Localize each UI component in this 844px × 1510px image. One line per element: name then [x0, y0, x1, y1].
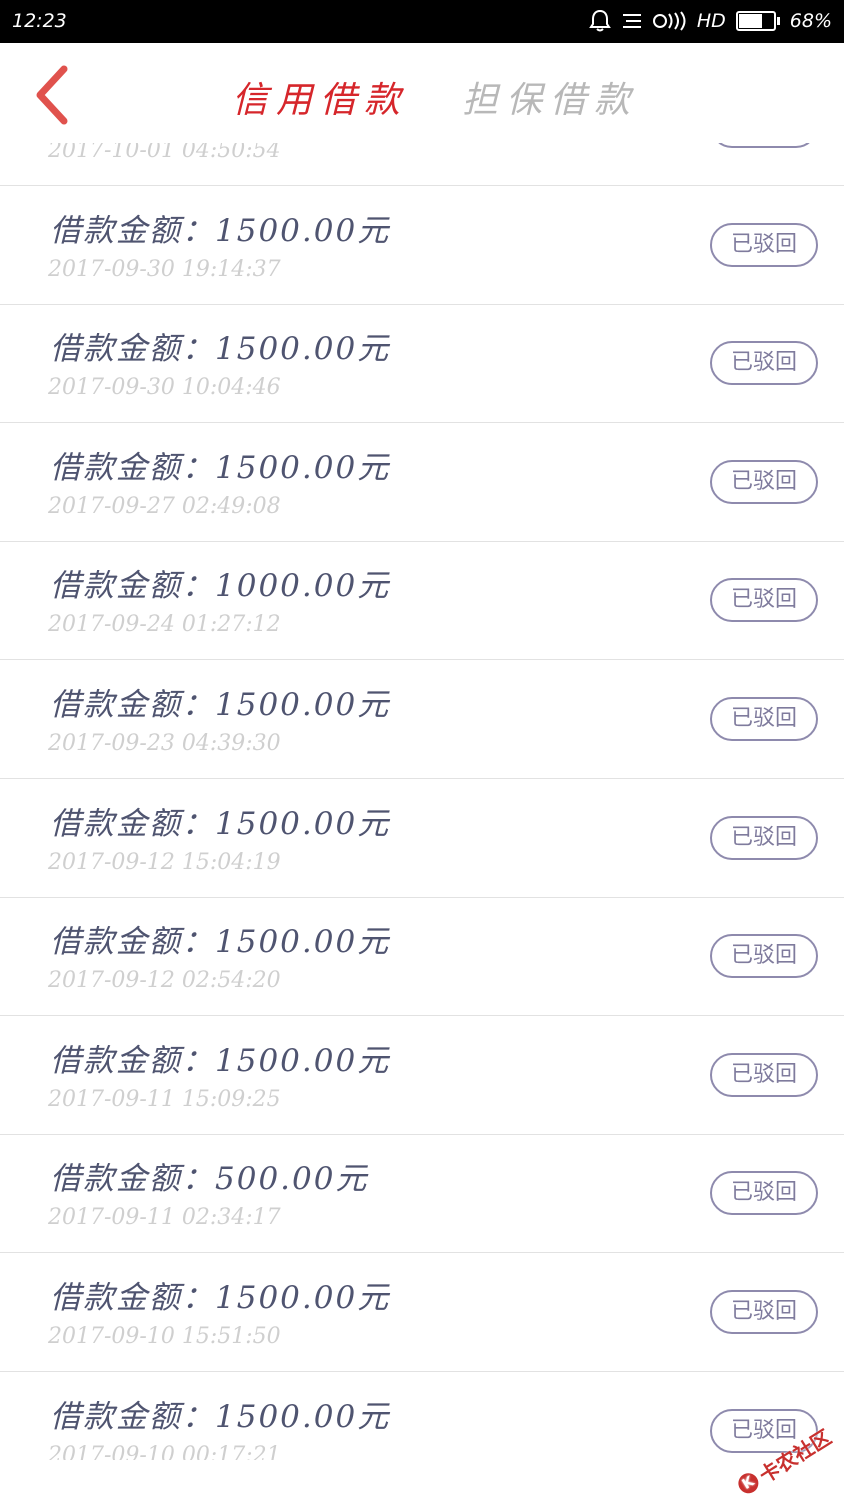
status-rejected-button[interactable]: 已驳回: [710, 934, 818, 978]
list-item[interactable]: 借款金额：1000.00元 2017-09-24 01:27:12 已驳回: [0, 542, 844, 660]
status-rejected-button[interactable]: 已驳回: [710, 697, 818, 741]
status-rejected-button[interactable]: 已驳回: [710, 460, 818, 504]
status-icons: HD 68%: [589, 8, 832, 34]
status-rejected-button[interactable]: 已驳回: [710, 816, 818, 860]
loan-amount: 借款金额：1500.00元: [50, 323, 390, 368]
loan-amount: 借款金额：1500.00元: [50, 1035, 390, 1080]
status-rejected-button[interactable]: 已驳回: [710, 341, 818, 385]
app-header: 信用借款 担保借款: [0, 43, 844, 143]
loan-amount: 借款金额：1500.00元: [50, 205, 390, 250]
loan-amount: 借款金额：1500.00元: [50, 679, 390, 724]
loan-date: 2017-09-30 10:04:46: [48, 375, 281, 400]
battery-percent: 68%: [790, 10, 832, 32]
status-rejected-button[interactable]: 已驳回: [710, 578, 818, 622]
loan-date: 2017-09-24 01:27:12: [48, 612, 281, 637]
list-item[interactable]: 借款金额：1500.00元 2017-09-12 15:04:19 已驳回: [0, 780, 844, 898]
loan-date: 2017-09-12 15:04:19: [48, 850, 281, 875]
loan-date: 2017-09-10 00:17:21: [48, 1443, 281, 1460]
battery-icon: [736, 11, 780, 31]
status-rejected-button[interactable]: 已驳回: [710, 1171, 818, 1215]
list-item[interactable]: 借款金额：1500.00元 2017-09-11 15:09:25 已驳回: [0, 1017, 844, 1135]
loan-amount: 借款金额：500.00元: [50, 1153, 368, 1198]
loan-date: 2017-09-27 02:49:08: [48, 494, 281, 519]
loan-amount: 借款金额：1500.00元: [50, 916, 390, 961]
loan-date: 2017-09-11 02:34:17: [48, 1205, 281, 1230]
list-item[interactable]: 借款金额：500.00元 2017-09-11 02:34:17 已驳回: [0, 1135, 844, 1253]
list-item[interactable]: 借款金额：1500.00元 2017-09-10 15:51:50 已驳回: [0, 1254, 844, 1372]
list-item[interactable]: 借款金额：1500.00元 2017-09-12 02:54:20 已驳回: [0, 898, 844, 1016]
list-item[interactable]: 借款金额：1500.00元 2017-09-30 19:14:37 已驳回: [0, 187, 844, 305]
notification-bell-icon: [589, 9, 611, 33]
tab-credit-loan[interactable]: 信用借款: [232, 71, 408, 123]
loan-amount: 借款金额：1500.00元: [50, 442, 390, 487]
list-item[interactable]: 借款金额：1500.00元2017-09-10 00:17:21已驳回: [0, 1373, 844, 1460]
loan-date: 2017-09-10 15:51:50: [48, 1324, 281, 1349]
network-type: HD: [697, 10, 726, 32]
status-rejected-button[interactable]: 已驳回: [710, 1053, 818, 1097]
menu-lines-icon: [621, 12, 643, 30]
loan-amount: 借款金额：1500.00元: [50, 1391, 390, 1436]
tab-guarantee-loan[interactable]: 担保借款: [462, 71, 638, 123]
loan-amount: 借款金额：1500.00元: [50, 798, 390, 843]
loan-date: 2017-09-12 02:54:20: [48, 968, 281, 993]
loan-date: 2017-09-23 04:39:30: [48, 731, 281, 756]
status-rejected-button[interactable]: 已驳回: [710, 1290, 818, 1334]
loan-amount: 借款金额：1500.00元: [50, 1272, 390, 1317]
loan-date: 2017-09-30 19:14:37: [48, 257, 281, 282]
loan-amount: 借款金额：1000.00元: [50, 560, 390, 605]
status-bar: 12:23 HD: [0, 0, 844, 43]
status-rejected-button[interactable]: 已驳回: [710, 223, 818, 267]
list-item[interactable]: 借款金额：1500.00元 2017-09-27 02:49:08 已驳回: [0, 424, 844, 542]
loan-date: 2017-09-11 15:09:25: [48, 1087, 281, 1112]
back-button[interactable]: [28, 65, 78, 125]
list-item[interactable]: 借款金额：1500.00元 2017-09-30 10:04:46 已驳回: [0, 305, 844, 423]
loan-list[interactable]: 借款金额：1500.00元2017-10-01 04:50:54已驳回借款金额：…: [0, 70, 844, 1460]
status-time: 12:23: [12, 10, 67, 32]
chevron-left-icon: [28, 65, 78, 125]
signal-icon: [653, 11, 687, 31]
list-item[interactable]: 借款金额：1500.00元 2017-09-23 04:39:30 已驳回: [0, 661, 844, 779]
